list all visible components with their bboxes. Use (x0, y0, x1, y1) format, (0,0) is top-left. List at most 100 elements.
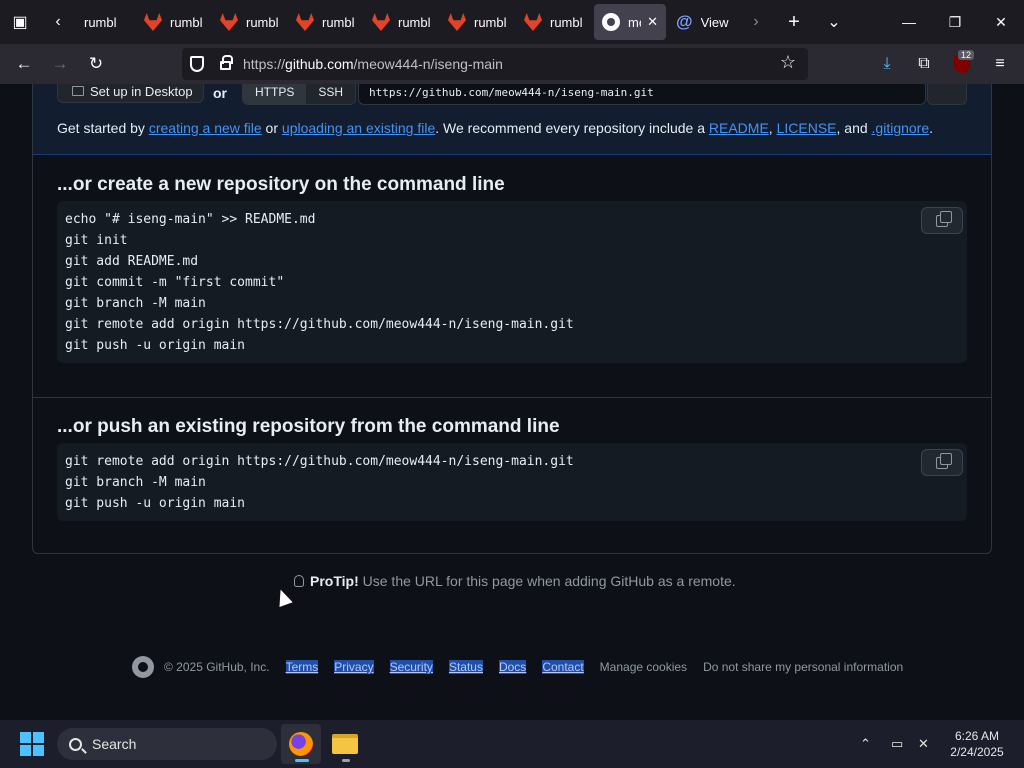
browser-tab[interactable]: rumbl (288, 0, 364, 44)
copy-icon (936, 452, 952, 469)
gitlab-icon (144, 13, 162, 31)
minimize-icon[interactable]: — (886, 0, 932, 44)
footer-link-contact[interactable]: Contact (542, 660, 584, 674)
code-line: git commit -m "first commit" (65, 275, 285, 290)
gitlab-icon (448, 13, 466, 31)
taskbar-firefox[interactable] (281, 724, 321, 764)
repo-setup-box: Set up in Desktop or HTTPS SSH https://g… (32, 84, 992, 554)
clock-date: 2/24/2025 (950, 745, 1004, 759)
url-bar[interactable]: https://github.com/meow444-n/iseng-main … (182, 48, 808, 80)
manage-cookies-button[interactable]: Manage cookies (600, 660, 687, 674)
browser-tab[interactable]: rumbl (516, 0, 592, 44)
copy-push-existing-button[interactable] (921, 449, 963, 476)
list-tabs-icon[interactable]: ⌄ (814, 0, 854, 44)
get-started-text: Get started by creating a new file or up… (57, 120, 934, 136)
code-line: git init (65, 233, 128, 248)
new-repo-code-block: echo "# iseng-main" >> README.md git ini… (57, 201, 967, 363)
browser-tab-active[interactable]: me ✕ (594, 4, 666, 40)
https-button[interactable]: HTTPS (243, 84, 307, 104)
code-line: git branch -M main (65, 296, 206, 311)
taskbar: Search ⌃ ▭ ✕ 6:26 AM 2/24/2025 (0, 720, 1024, 768)
browser-tab[interactable]: rumbl (364, 0, 440, 44)
browser-tab[interactable]: rumbl (136, 0, 212, 44)
firefox-icon (289, 732, 313, 756)
taskbar-clock[interactable]: 6:26 AM 2/24/2025 (942, 728, 1012, 760)
desktop-icon (72, 86, 84, 96)
new-repo-section: ...or create a new repository on the com… (33, 156, 991, 398)
gitlab-icon (372, 13, 390, 31)
code-line: echo "# iseng-main" >> README.md (65, 212, 316, 227)
github-logo-icon[interactable] (132, 656, 154, 678)
browser-tab[interactable]: rumbl (440, 0, 516, 44)
search-icon (69, 737, 82, 751)
github-icon (602, 13, 620, 31)
footer: © 2025 GitHub, Inc. Terms Privacy Securi… (132, 654, 903, 680)
close-tab-icon[interactable]: ✕ (647, 14, 658, 30)
code-line: git add README.md (65, 254, 199, 269)
code-line: git push -u origin main (65, 496, 246, 511)
maximize-icon[interactable]: ❐ (932, 0, 978, 44)
volume-muted-icon[interactable]: ✕ (918, 720, 929, 768)
lock-icon[interactable] (220, 55, 233, 70)
footer-link-status[interactable]: Status (448, 660, 483, 674)
back-icon[interactable]: ← (6, 44, 42, 84)
protip: ProTip! Use the URL for this page when a… (294, 573, 736, 589)
code-line: git remote add origin https://github.com… (65, 317, 574, 332)
readme-link[interactable]: README (709, 120, 769, 136)
taskbar-file-explorer[interactable] (325, 724, 365, 764)
tab-overview-icon[interactable]: ▣ (0, 0, 40, 44)
copy-new-repo-button[interactable] (921, 207, 963, 234)
extension-badge: 12 (958, 50, 975, 60)
browser-tab[interactable]: rumbl (76, 0, 136, 44)
footer-link-terms[interactable]: Terms (285, 660, 319, 674)
license-link[interactable]: LICENSE (777, 120, 837, 136)
do-not-share-link[interactable]: Do not share my personal information (703, 660, 903, 674)
reload-icon[interactable]: ↻ (78, 44, 114, 84)
tray-overflow-icon[interactable]: ⌃ (860, 720, 871, 768)
lightbulb-icon (294, 575, 304, 587)
footer-link-security[interactable]: Security (389, 660, 433, 674)
code-line: git push -u origin main (65, 338, 246, 353)
tabs-scroll-left-icon[interactable]: ‹ (40, 0, 76, 44)
code-line: git remote add origin https://github.com… (65, 454, 574, 469)
network-icon[interactable]: ▭ (891, 720, 903, 768)
footer-link-docs[interactable]: Docs (498, 660, 527, 674)
gitlab-icon (220, 13, 238, 31)
url-text[interactable]: https://github.com/meow444-n/iseng-main (243, 56, 503, 72)
browser-tab[interactable]: @View r (668, 0, 738, 44)
setup-desktop-button[interactable]: Set up in Desktop (57, 84, 204, 103)
browser-tab-bar: ▣ ‹ rumbl rumbl rumbl rumbl rumbl rumbl … (0, 0, 1024, 44)
upload-file-link[interactable]: uploading an existing file (282, 120, 435, 136)
gitignore-link[interactable]: .gitignore (872, 120, 930, 136)
bookmark-star-icon[interactable]: ☆ (780, 52, 796, 73)
quick-setup-panel: Set up in Desktop or HTTPS SSH https://g… (33, 84, 991, 155)
close-window-icon[interactable]: ✕ (978, 0, 1024, 44)
active-indicator (295, 759, 309, 762)
push-existing-code-block: git remote add origin https://github.com… (57, 443, 967, 521)
copy-icon (936, 210, 952, 227)
copy-url-button[interactable] (927, 84, 967, 105)
browser-tab[interactable]: rumbl (212, 0, 288, 44)
or-label: or (213, 85, 227, 101)
footer-link-privacy[interactable]: Privacy (334, 660, 374, 674)
downloads-icon[interactable]: ⤓ (868, 44, 906, 84)
new-tab-icon[interactable]: + (774, 0, 814, 44)
gitlab-icon (296, 13, 314, 31)
tabs-scroll-right-icon[interactable]: › (738, 0, 774, 44)
ssh-button[interactable]: SSH (306, 84, 355, 104)
taskbar-search[interactable]: Search (57, 728, 277, 760)
menu-icon[interactable]: ≡ (981, 44, 1019, 84)
extensions-icon[interactable]: ⧉ (905, 44, 943, 84)
shield-icon[interactable] (190, 56, 204, 72)
at-icon: @ (676, 12, 693, 31)
start-button[interactable] (20, 732, 44, 756)
running-indicator (342, 759, 350, 762)
new-repo-title: ...or create a new repository on the com… (57, 174, 505, 195)
clone-url-input[interactable]: https://github.com/meow444-n/iseng-main.… (358, 84, 926, 105)
push-existing-title: ...or push an existing repository from t… (57, 416, 560, 437)
push-existing-section: ...or push an existing repository from t… (33, 399, 991, 555)
create-new-file-link[interactable]: creating a new file (149, 120, 262, 136)
forward-icon[interactable]: → (42, 44, 78, 84)
protocol-toggle: HTTPS SSH (242, 84, 357, 105)
gitlab-icon (524, 13, 542, 31)
